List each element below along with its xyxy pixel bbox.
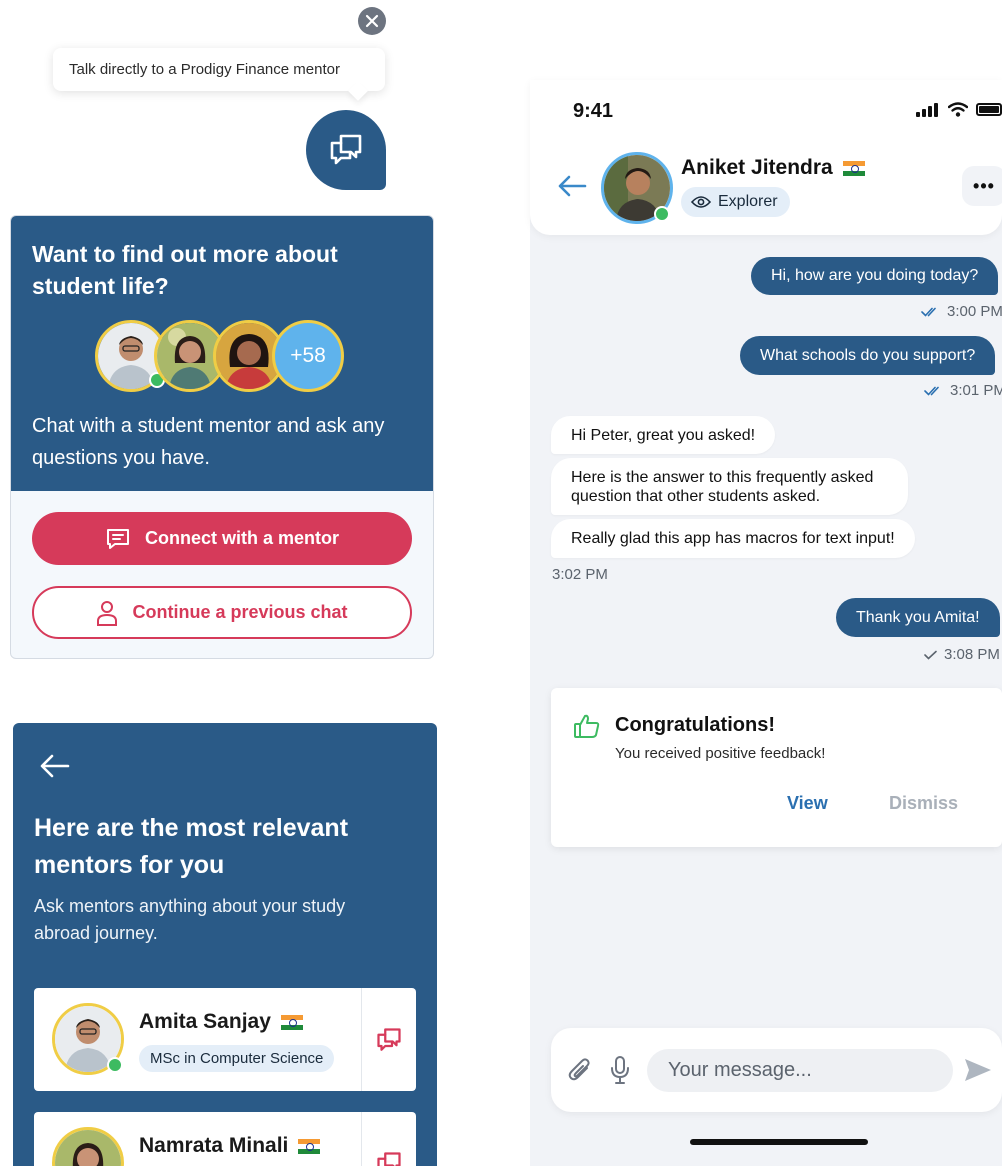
status-bar-icons <box>916 102 1002 117</box>
message-time: 3:00 PM <box>947 303 1002 320</box>
paperclip-icon[interactable] <box>567 1056 593 1084</box>
student-life-card: Want to find out more about student life… <box>10 215 434 659</box>
online-indicator <box>654 206 670 222</box>
student-life-description: Chat with a student mentor and ask any q… <box>32 415 385 469</box>
message-meta: 3:02 PM <box>552 566 608 583</box>
chat-bubbles-icon <box>377 1151 401 1166</box>
message-meta: 3:08 PM <box>924 646 1000 663</box>
double-check-icon <box>924 386 939 396</box>
arrow-left-icon <box>40 754 70 778</box>
chat-screen: 9:41 Aniket Jitendra Explorer ••• Hi, ho… <box>530 80 1002 1166</box>
message-composer <box>551 1028 1002 1112</box>
double-check-icon <box>921 307 936 317</box>
india-flag-icon <box>842 160 865 176</box>
chat-bubbles-icon <box>377 1027 401 1051</box>
message-text: Hi Peter, great you asked! <box>571 427 756 444</box>
microphone-icon[interactable] <box>609 1055 631 1085</box>
contact-badge: Explorer <box>681 187 790 217</box>
contact-name: Aniket Jitendra <box>681 156 833 179</box>
view-button[interactable]: View <box>787 793 828 814</box>
connect-mentor-button[interactable]: Connect with a mentor <box>32 512 412 565</box>
notification-text: You received positive feedback! <box>615 745 826 762</box>
message-incoming: Here is the answer to this frequently as… <box>551 458 908 515</box>
mentor-card[interactable]: Amita Sanjay MSc in Computer Science <box>34 988 416 1091</box>
eye-icon <box>691 196 711 208</box>
message-text: Really glad this app has macros for text… <box>571 530 895 547</box>
student-life-title: Want to find out more about student life… <box>32 241 338 299</box>
message-time: 3:02 PM <box>552 566 608 583</box>
message-outgoing: Thank you Amita! <box>836 598 1000 637</box>
chat-header: 9:41 Aniket Jitendra Explorer ••• <box>530 80 1002 235</box>
connect-mentor-label: Connect with a mentor <box>144 528 339 548</box>
message-outgoing: Hi, how are you doing today? <box>751 257 999 295</box>
india-flag-icon <box>298 1138 321 1154</box>
message-text: Hi, how are you doing today? <box>771 267 979 284</box>
student-life-header: Want to find out more about student life… <box>11 216 433 491</box>
status-time: 9:41 <box>573 100 614 122</box>
more-options-button[interactable]: ••• <box>962 166 1002 206</box>
launcher-tooltip: Talk directly to a Prodigy Finance mento… <box>53 48 385 91</box>
notification-title: Congratulations! <box>615 714 775 736</box>
message-incoming: Really glad this app has macros for text… <box>551 519 915 558</box>
dismiss-button[interactable]: Dismiss <box>889 793 958 814</box>
message-outgoing: What schools do you support? <box>740 336 996 375</box>
mentor-chat-button[interactable] <box>361 988 416 1091</box>
more-mentors-count: +58 <box>272 320 344 392</box>
thumbs-up-icon <box>574 714 600 738</box>
message-text: Here is the answer to this frequently as… <box>571 469 874 505</box>
mentor-name-row: Amita Sanjay <box>139 1010 303 1034</box>
wifi-icon <box>948 102 968 117</box>
india-flag-icon <box>280 1014 303 1030</box>
signal-icon <box>916 102 938 117</box>
check-icon <box>924 650 937 660</box>
chat-back-button[interactable] <box>557 174 587 203</box>
mentor-avatar-group: +58 <box>32 320 412 394</box>
student-life-actions: Connect with a mentor Continue a previou… <box>11 491 433 639</box>
message-icon <box>106 528 129 549</box>
message-time: 3:01 PM <box>950 382 1002 399</box>
continue-chat-button[interactable]: Continue a previous chat <box>32 586 412 639</box>
message-text: What schools do you support? <box>760 346 976 364</box>
close-icon <box>365 14 379 28</box>
message-input[interactable] <box>647 1049 953 1092</box>
tooltip-text: Talk directly to a Prodigy Finance mento… <box>69 61 340 78</box>
back-button[interactable] <box>39 753 71 784</box>
battery-icon <box>976 103 1002 116</box>
user-icon <box>97 600 118 626</box>
close-button[interactable] <box>358 7 386 35</box>
chat-launcher-button[interactable] <box>306 110 386 190</box>
home-indicator <box>690 1139 868 1145</box>
message-time: 3:08 PM <box>944 646 1000 663</box>
mentor-name: Amita Sanjay <box>139 1010 271 1033</box>
feedback-notification: Congratulations! You received positive f… <box>551 688 1002 847</box>
send-icon[interactable] <box>963 1057 993 1083</box>
chat-bubbles-icon <box>330 134 362 165</box>
message-meta: 3:00 PM <box>921 303 1002 320</box>
mentor-program-tag: MSc in Computer Science <box>139 1045 335 1072</box>
message-meta: 3:01 PM <box>924 382 1002 399</box>
contact-name-row: Aniket Jitendra <box>681 156 865 180</box>
message-text: Thank you Amita! <box>856 608 980 626</box>
mentors-subtitle: Ask mentors anything about your study ab… <box>34 896 346 943</box>
arrow-left-icon <box>558 175 587 197</box>
continue-chat-label: Continue a previous chat <box>132 602 348 622</box>
message-incoming: Hi Peter, great you asked! <box>551 416 776 454</box>
mentor-name: Namrata Minali <box>139 1134 289 1157</box>
mentor-avatar <box>52 1127 124 1166</box>
mentor-name-row: Namrata Minali <box>139 1134 321 1158</box>
online-indicator <box>107 1057 123 1073</box>
contact-badge-label: Explorer <box>718 193 778 210</box>
mentors-panel: Here are the most relevant mentors for y… <box>13 723 437 1166</box>
mentor-chat-button[interactable] <box>361 1112 416 1166</box>
mentor-card[interactable]: Namrata Minali <box>34 1112 416 1166</box>
mentors-title: Here are the most relevant mentors for y… <box>34 814 349 879</box>
more-icon: ••• <box>973 175 995 196</box>
